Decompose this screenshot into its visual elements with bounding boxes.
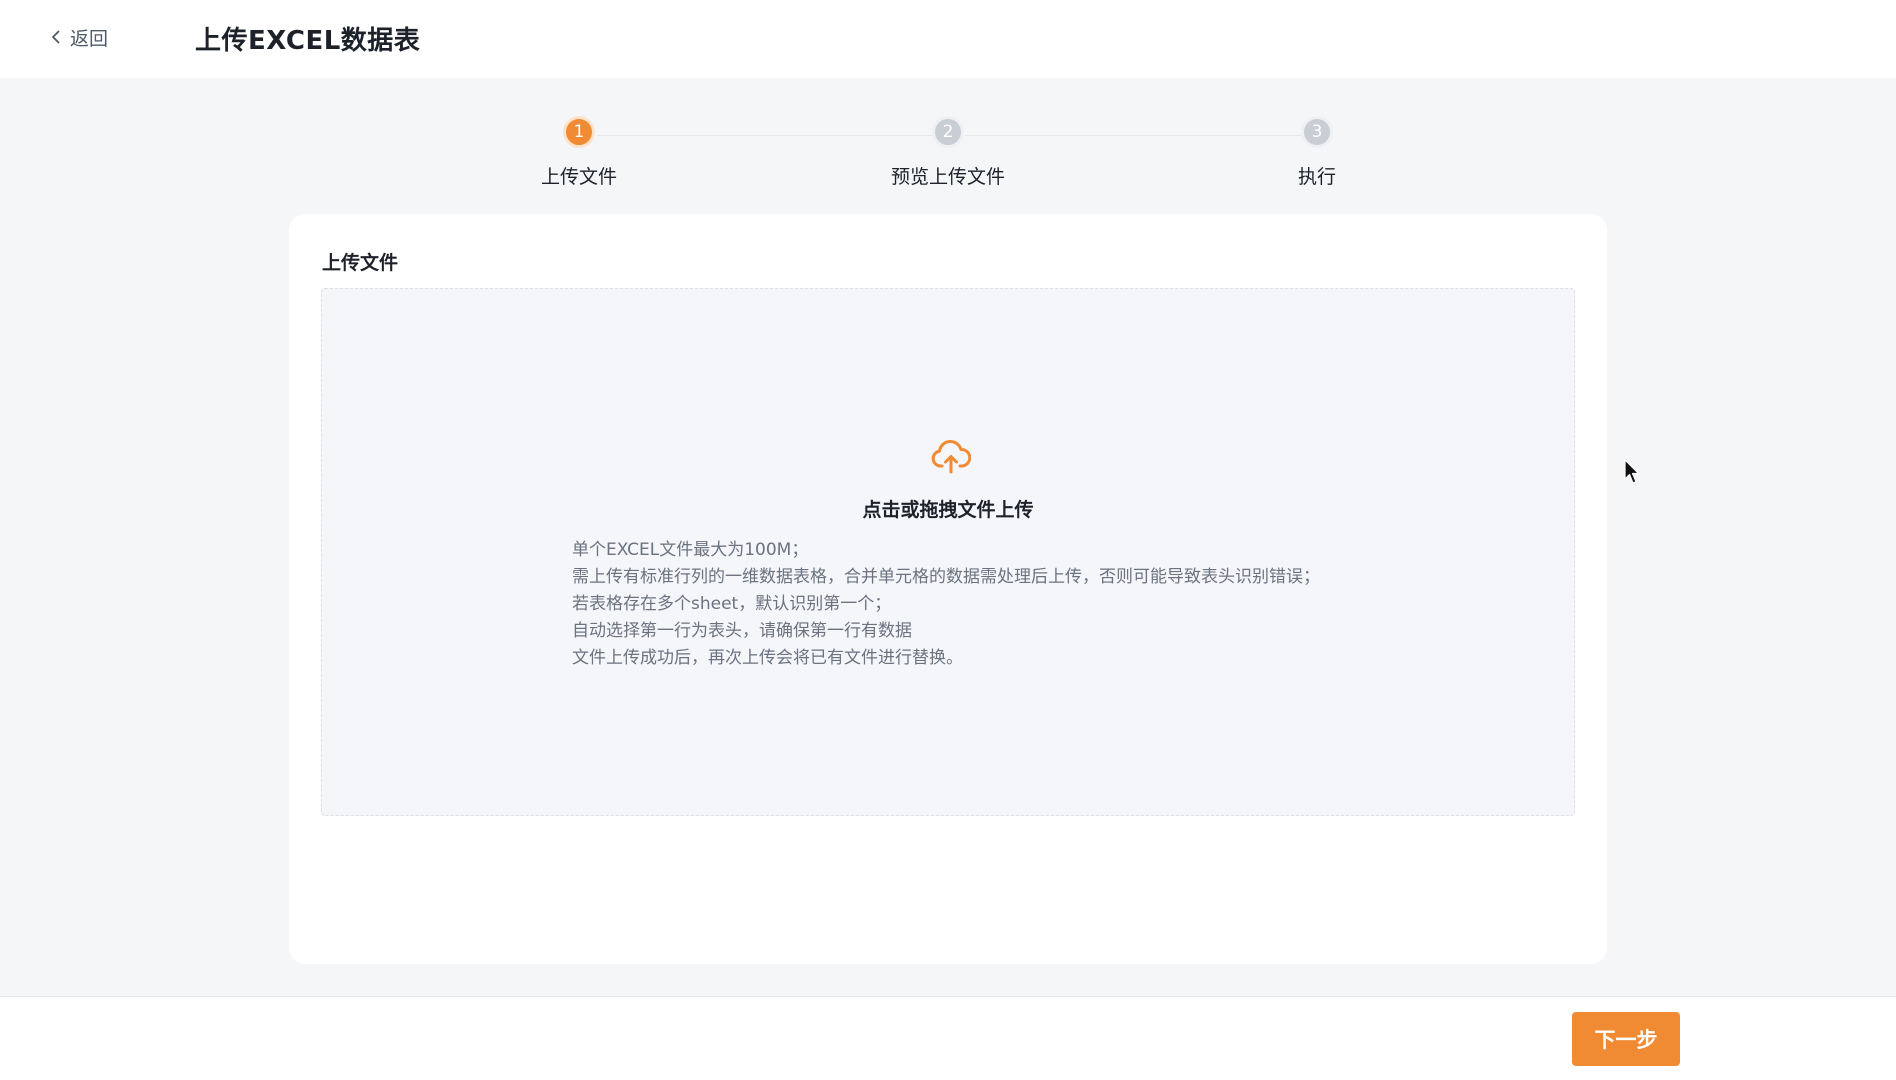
header: 返回 上传EXCEL数据表 <box>0 0 1896 78</box>
back-label: 返回 <box>70 27 109 50</box>
step-number: 1 <box>563 116 595 148</box>
back-button[interactable]: 返回 <box>48 24 108 50</box>
mouse-cursor-icon <box>1624 459 1640 484</box>
dropzone-title: 点击或拖拽文件上传 <box>862 499 1034 521</box>
upload-card: 上传文件 点击或拖拽文件上传 单个EXCEL文件最大为100M； 需上传有标准行… <box>289 214 1607 964</box>
hint-line: 自动选择第一行为表头，请确保第一行有数据 <box>572 621 912 641</box>
upload-hints: 单个EXCEL文件最大为100M； 需上传有标准行列的一维数据表格，合并单元格的… <box>572 537 1472 672</box>
cloud-upload-icon <box>931 440 971 474</box>
hint-line: 若表格存在多个sheet，默认识别第一个； <box>572 594 892 614</box>
page-title: 上传EXCEL数据表 <box>195 26 421 56</box>
stepper: 1 上传文件 2 预览上传文件 3 执行 <box>0 116 1896 196</box>
page: 返回 上传EXCEL数据表 1 上传文件 2 预览上传文件 3 执行 上传文件 … <box>0 0 1896 1080</box>
footer: 下一步 <box>0 996 1896 1080</box>
step-number: 2 <box>932 116 964 148</box>
step-number: 3 <box>1301 116 1333 148</box>
hint-line: 需上传有标准行列的一维数据表格，合并单元格的数据需处理后上传，否则可能导致表头识… <box>572 567 1320 587</box>
hint-line: 单个EXCEL文件最大为100M； <box>572 540 809 560</box>
chevron-left-icon <box>52 30 60 44</box>
step-upload-file: 1 上传文件 <box>499 116 659 189</box>
section-title: 上传文件 <box>322 252 399 274</box>
step-preview-file: 2 预览上传文件 <box>868 116 1028 189</box>
step-label: 上传文件 <box>540 166 617 188</box>
upload-dropzone[interactable]: 点击或拖拽文件上传 单个EXCEL文件最大为100M； 需上传有标准行列的一维数… <box>321 288 1575 816</box>
step-label: 预览上传文件 <box>890 166 1005 188</box>
next-step-button[interactable]: 下一步 <box>1572 1012 1680 1066</box>
step-label: 执行 <box>1297 166 1336 188</box>
step-execute: 3 执行 <box>1237 116 1397 189</box>
hint-line: 文件上传成功后，再次上传会将已有文件进行替换。 <box>572 648 963 668</box>
